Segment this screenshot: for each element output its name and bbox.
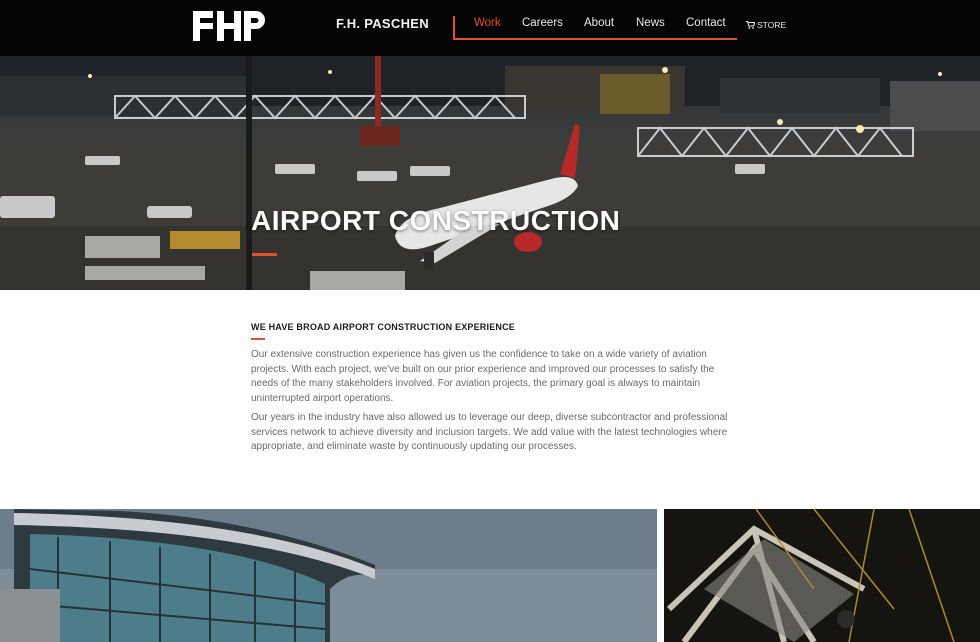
nav-work[interactable]: Work xyxy=(474,17,501,29)
hero-airport-image xyxy=(0,56,980,290)
section-paragraph-1: Our extensive construction experience ha… xyxy=(251,349,715,404)
steel-truss-image[interactable] xyxy=(664,509,980,642)
terminal-building-image[interactable] xyxy=(0,509,657,642)
brand-name[interactable]: F.H. PASCHEN xyxy=(336,16,429,31)
nav-news[interactable]: News xyxy=(636,17,665,29)
cart-icon xyxy=(746,21,755,29)
hero-title: AIRPORT CONSTRUCTION xyxy=(251,205,621,236)
fhp-logo[interactable] xyxy=(193,9,265,43)
site-header: F.H. PASCHEN Work Careers About News Con… xyxy=(0,0,980,56)
nav-about[interactable]: About xyxy=(584,17,614,29)
store-link[interactable]: STORE xyxy=(746,20,786,30)
hero-banner: AIRPORT CONSTRUCTION xyxy=(0,56,980,290)
airport-experience-section: WE HAVE BROAD AIRPORT CONSTRUCTION EXPER… xyxy=(251,322,741,460)
store-label: STORE xyxy=(757,20,787,30)
section-heading-underline xyxy=(251,338,265,340)
section-paragraph-2: Our years in the industry have also allo… xyxy=(251,412,728,452)
hero-title-underline xyxy=(252,253,277,256)
nav-contact[interactable]: Contact xyxy=(686,17,726,29)
nav-careers[interactable]: Careers xyxy=(522,17,563,29)
section-heading: WE HAVE BROAD AIRPORT CONSTRUCTION EXPER… xyxy=(251,322,516,332)
